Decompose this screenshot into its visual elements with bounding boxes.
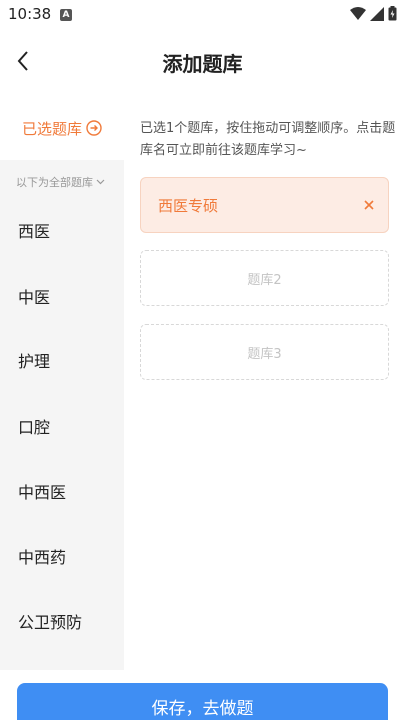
notification-icon: A [60,9,72,21]
selected-bank-name[interactable]: 西医专硕 [158,195,218,216]
sidebar-item-zhongxiyi[interactable]: 中西医 [18,479,66,503]
header: 添加题库 [0,30,405,94]
battery-icon [388,6,397,21]
signal-icon [370,6,384,21]
sidebar-item-zhongxiyao[interactable]: 中西药 [18,544,66,568]
sidebar-item-zhongyi[interactable]: 中医 [18,284,50,308]
empty-slot-label: 题库2 [247,273,282,288]
status-bar: 10:38 A [0,0,405,30]
all-banks-label[interactable]: 以下为全部题库 [16,174,105,190]
arrow-right-circle-icon [86,120,102,136]
selected-bank-slot[interactable]: 西医专硕 [140,177,389,233]
empty-slot-label: 题库3 [247,347,282,362]
selected-bank-text: 已选题库 [21,119,82,138]
close-icon [364,200,374,210]
save-button[interactable]: 保存，去做题 [17,683,388,720]
all-banks-text: 以下为全部题库 [16,176,93,189]
remove-bank-button[interactable] [360,194,378,216]
empty-bank-slot-3: 题库3 [140,324,389,380]
hint-text: 已选1个题库，按住拖动可调整顺序。点击题库名可立即前往该题库学习~ [140,121,396,158]
status-time: 10:38 [8,5,52,23]
sidebar-item-huli[interactable]: 护理 [18,348,50,372]
page-title: 添加题库 [162,52,243,76]
selected-bank-label: 已选题库 [0,110,124,146]
status-icons [350,6,397,21]
wifi-icon [350,6,366,20]
category-sidebar: 以下为全部题库 西医 中医 护理 口腔 中西医 中西药 公卫预防 [0,160,124,670]
sidebar-item-kouqiang[interactable]: 口腔 [18,414,50,438]
sidebar-item-xiyi[interactable]: 西医 [18,218,50,242]
sidebar-item-gongwei[interactable]: 公卫预防 [18,609,82,633]
chevron-down-icon [96,179,105,185]
empty-bank-slot-2: 题库2 [140,250,389,306]
